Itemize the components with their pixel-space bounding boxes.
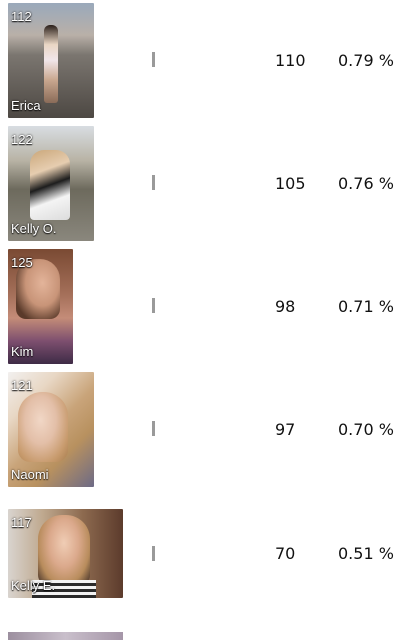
vote-share-bar bbox=[152, 546, 155, 561]
vote-percent: 0.76 % bbox=[338, 174, 394, 193]
vote-percent: 0.51 % bbox=[338, 544, 394, 563]
person-silhouette bbox=[44, 25, 58, 103]
result-row-kelly-o: 122 Kelly O. 105 0.76 % bbox=[0, 123, 414, 246]
contestant-photo-next[interactable] bbox=[8, 632, 123, 640]
vote-percent: 0.71 % bbox=[338, 297, 394, 316]
vote-share-bar bbox=[152, 298, 155, 313]
contestant-photo-kelly-o[interactable]: 122 Kelly O. bbox=[8, 126, 94, 241]
vote-percent: 0.79 % bbox=[338, 51, 394, 70]
rank-number: 122 bbox=[11, 132, 33, 147]
contestant-name: Naomi bbox=[11, 467, 49, 482]
vote-count: 97 bbox=[275, 420, 296, 439]
person-silhouette bbox=[18, 392, 68, 462]
rank-number: 117 bbox=[11, 515, 32, 530]
contestant-photo-kelly-e[interactable]: 117 Kelly E. bbox=[8, 509, 123, 598]
vote-share-bar bbox=[152, 421, 155, 436]
result-row-kim: 125 Kim 98 0.71 % bbox=[0, 246, 414, 369]
vote-count: 105 bbox=[275, 174, 306, 193]
vote-count: 70 bbox=[275, 544, 296, 563]
rank-number: 112 bbox=[11, 9, 32, 24]
vote-count: 110 bbox=[275, 51, 306, 70]
contestant-name: Kelly E. bbox=[11, 578, 56, 593]
contestant-photo-naomi[interactable]: 121 Naomi bbox=[8, 372, 94, 487]
contestant-name: Erica bbox=[11, 98, 41, 113]
result-row-naomi: 121 Naomi 97 0.70 % bbox=[0, 369, 414, 492]
contestant-photo-erica[interactable]: 112 Erica bbox=[8, 3, 94, 118]
vote-share-bar bbox=[152, 175, 155, 190]
contestant-name: Kelly O. bbox=[11, 221, 57, 236]
contestant-photo-kim[interactable]: 125 Kim bbox=[8, 249, 73, 364]
contestant-name: Kim bbox=[11, 344, 34, 359]
vote-share-bar bbox=[152, 52, 155, 67]
rank-number: 121 bbox=[11, 378, 33, 393]
result-row-erica: 112 Erica 110 0.79 % bbox=[0, 0, 414, 123]
vote-percent: 0.70 % bbox=[338, 420, 394, 439]
person-silhouette bbox=[38, 515, 90, 585]
vote-count: 98 bbox=[275, 297, 296, 316]
person-silhouette bbox=[30, 150, 70, 220]
rank-number: 125 bbox=[11, 255, 33, 270]
result-row-kelly-e: 117 Kelly E. 70 0.51 % bbox=[0, 506, 414, 629]
